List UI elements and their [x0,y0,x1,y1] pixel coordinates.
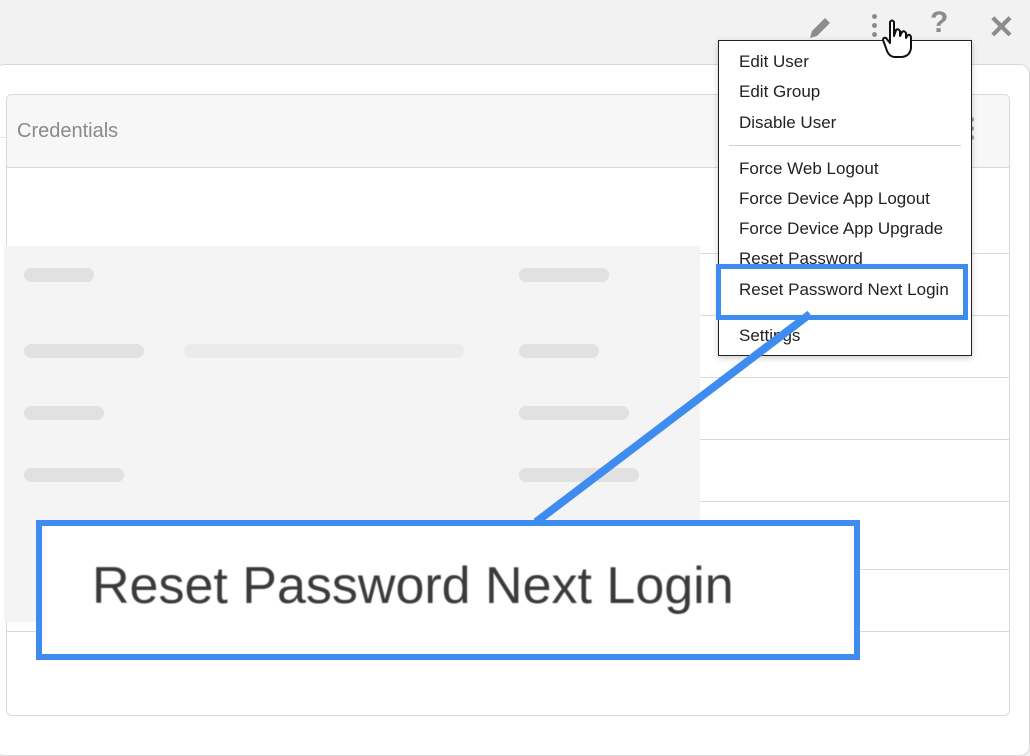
callout-text: Reset Password Next Login [92,557,734,615]
zoom-callout: Reset Password Next Login [36,520,860,660]
hand-pointer-icon [880,18,914,66]
